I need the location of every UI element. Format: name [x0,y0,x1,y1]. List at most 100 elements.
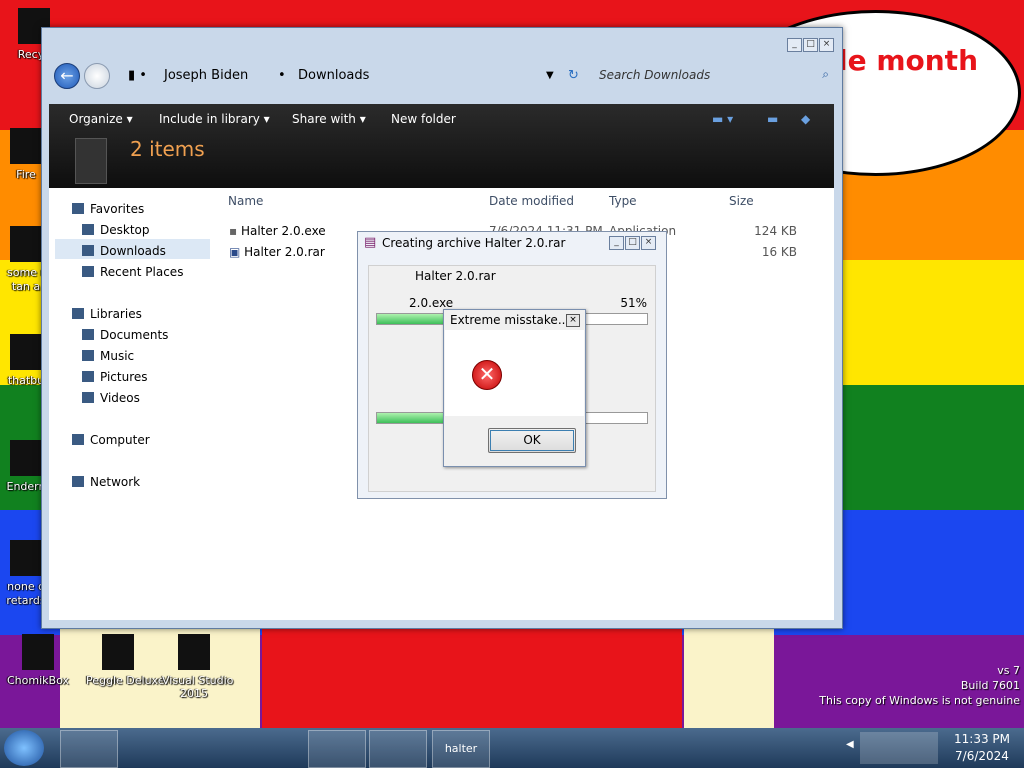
nav-documents[interactable]: Documents [82,328,168,342]
address-bar-row: ← ▮ • Joseph Biden • Downloads ▼ ↻ Searc… [50,61,834,93]
speech-bubble-text: le month [838,44,978,77]
view-icon[interactable]: ▬ ▾ [712,112,733,126]
taskbar-app-firefox[interactable] [245,730,303,768]
nav-network[interactable]: Network [72,475,140,489]
downloads-icon [82,245,94,256]
include-in-library-label: Include in library [159,112,260,126]
clock-time: 11:33 PM [954,732,1010,746]
breadcrumb-downloads[interactable]: Downloads [298,68,369,83]
file-row[interactable]: ▣ Halter 2.0.rar [229,245,325,259]
breadcrumb-separator: • [278,68,286,83]
column-header-size[interactable]: Size [729,194,754,208]
genuine-watermark: vs 7 Build 7601 This copy of Windows is … [819,663,1020,708]
column-header-type[interactable]: Type [609,194,637,208]
address-dropdown-icon[interactable]: ▼ [546,70,554,81]
taskbar-app-winrar[interactable] [369,730,427,768]
downloads-folder-icon [75,138,107,184]
command-bar: Organize ▾ Include in library ▾ Share wi… [49,104,834,188]
nav-music-label: Music [100,349,135,363]
watermark-line: This copy of Windows is not genuine [819,694,1020,707]
maximize-button[interactable]: □ [625,236,640,250]
desktop-icon-peggle[interactable]: Peggle Deluxe [86,634,165,687]
nav-network-label: Network [90,475,141,489]
file-row[interactable]: ▪ Halter 2.0.exe [229,224,326,238]
nav-desktop[interactable]: Desktop [82,223,150,237]
nav-documents-label: Documents [100,328,169,342]
music-icon [82,350,94,361]
folder-icon [10,226,42,262]
column-header-date[interactable]: Date modified [489,194,574,208]
tray-expand-icon[interactable]: ◀ [846,739,854,750]
clock[interactable]: 11:33 PM 7/6/2024 [942,731,1022,765]
taskbar-app-halter[interactable]: halter [432,730,490,768]
address-bar[interactable]: ▮ • Joseph Biden • Downloads ▼ [128,65,558,87]
exe-file-icon: ▪ [229,224,241,238]
current-file: 2.0.exe [409,296,454,310]
total-progress-fill [377,413,445,423]
taskbar-app-explorer[interactable] [60,730,118,768]
share-with-label: Share with [292,112,356,126]
nav-videos[interactable]: Videos [82,391,140,405]
nav-desktop-label: Desktop [100,223,150,237]
minimize-button[interactable]: _ [609,236,624,250]
nav-favorites-label: Favorites [90,202,145,216]
maximize-button[interactable]: □ [803,38,818,52]
taskbar: halter ◀ 11:33 PM 7/6/2024 [0,728,1024,768]
desktop-icon [82,224,94,235]
close-button[interactable]: × [819,38,834,52]
column-header-name[interactable]: Name [228,194,263,208]
taskbar-app-globe[interactable] [185,730,243,768]
winrar-window-controls: _ □ × [609,236,656,250]
desktop-icon-visual-studio[interactable]: Visual Studio 2015 [162,634,233,700]
file-icon [10,334,42,370]
include-in-library-menu[interactable]: Include in library ▾ [159,112,270,126]
nav-libraries[interactable]: Libraries [72,307,142,321]
archive-name: Halter 2.0.rar [415,269,496,283]
tray-icons[interactable] [860,732,938,764]
nav-downloads[interactable]: Downloads [82,244,166,258]
navigation-pane: Favorites Desktop Downloads Recent Place… [49,188,219,620]
organize-label: Organize [69,112,123,126]
nav-music[interactable]: Music [82,349,134,363]
minimize-button[interactable]: _ [787,38,802,52]
documents-icon [82,329,94,340]
visual-studio-icon [178,634,210,670]
file-icon [10,540,42,576]
preview-pane-icon[interactable]: ▬ [767,112,778,126]
taskbar-app-folder[interactable] [308,730,366,768]
file-size: 16 KB [761,245,797,259]
close-button[interactable]: × [566,314,580,327]
organize-menu[interactable]: Organize ▾ [69,112,133,126]
search-input[interactable]: Search Downloads ⌕ [595,65,833,87]
nav-computer[interactable]: Computer [72,433,150,447]
forward-button[interactable] [84,63,110,89]
file-name: Halter 2.0.exe [240,224,326,238]
peggle-icon [102,634,134,670]
close-button[interactable]: × [641,236,656,250]
share-with-menu[interactable]: Share with ▾ [292,112,366,126]
percent-label: 51% [620,296,647,310]
refresh-icon[interactable]: ↻ [568,68,579,83]
help-icon[interactable]: ◆ [801,112,810,126]
app-icon [10,128,42,164]
desktop-icon-chomikbox[interactable]: ChomikBox [6,634,70,687]
winrar-dialog-title: Creating archive Halter 2.0.rar [382,236,566,250]
recent-places-icon [82,266,94,277]
nav-recent-places[interactable]: Recent Places [82,265,183,279]
start-button[interactable] [4,730,44,766]
back-button[interactable]: ← [54,63,80,89]
file-size: 124 KB [754,224,797,238]
star-icon [72,203,84,214]
winrar-icon: ▤ [364,235,377,250]
window-controls: _ □ × [787,38,834,52]
breadcrumb-joseph-biden[interactable]: Joseph Biden [164,68,248,83]
new-folder-button[interactable]: New folder [391,112,456,126]
nav-favorites[interactable]: Favorites [72,202,144,216]
ok-button[interactable]: OK [488,428,576,453]
nav-pictures[interactable]: Pictures [82,370,148,384]
nav-videos-label: Videos [100,391,140,405]
nav-pictures-label: Pictures [100,370,148,384]
taskbar-app-media[interactable] [120,730,178,768]
error-dialog: Extreme misstake... × ✕ OK [443,309,586,467]
error-dialog-title: Extreme misstake... [450,313,570,327]
